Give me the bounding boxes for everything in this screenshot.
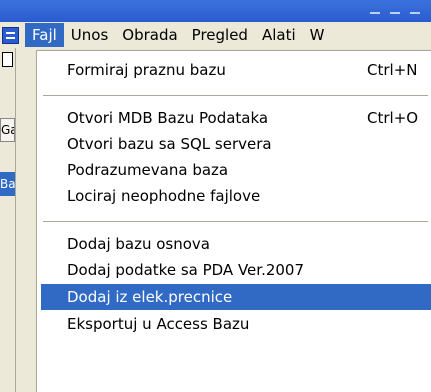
- menu-item-label: Dodaj bazu osnova: [67, 235, 210, 253]
- menu-obrada[interactable]: Obrada: [115, 23, 184, 47]
- menu-pregled[interactable]: Pregled: [185, 23, 255, 47]
- menu-bar: Fajl Unos Obrada Pregled Alati W: [0, 22, 431, 48]
- menu-item-label: Dodaj podatke sa PDA Ver.2007: [67, 261, 305, 279]
- app-icon[interactable]: [2, 26, 19, 44]
- menu-alati[interactable]: Alati: [255, 23, 303, 47]
- menu-item-label: Dodaj iz elek.precnice: [67, 288, 233, 306]
- menu-item-label: Otvori MDB Bazu Podataka: [67, 109, 269, 127]
- minimize-icon[interactable]: [370, 4, 380, 14]
- selected-tree-item[interactable]: Ba: [0, 172, 15, 196]
- menu-item-label: Formiraj praznu bazu: [67, 61, 226, 79]
- menu-separator: [43, 95, 428, 97]
- menu-unos[interactable]: Unos: [64, 23, 115, 47]
- side-tab[interactable]: Ga: [0, 118, 15, 142]
- menu-fajl[interactable]: Fajl: [25, 23, 64, 47]
- menu-item-lociraj-fajlove[interactable]: Lociraj neophodne fajlove: [41, 183, 431, 209]
- title-bar: [0, 0, 431, 22]
- maximize-icon[interactable]: [390, 4, 400, 14]
- menu-w[interactable]: W: [303, 23, 332, 47]
- menu-item-dodaj-pda[interactable]: Dodaj podatke sa PDA Ver.2007: [41, 257, 431, 283]
- menu-item-shortcut: Ctrl+N: [367, 61, 418, 79]
- menu-item-podrazumevana-baza[interactable]: Podrazumevana baza: [41, 157, 431, 183]
- menu-item-label: Lociraj neophodne fajlove: [67, 187, 261, 205]
- menu-item-dodaj-bazu-osnova[interactable]: Dodaj bazu osnova: [41, 231, 431, 257]
- close-icon[interactable]: [410, 4, 420, 14]
- app-window: Fajl Unos Obrada Pregled Alati W Ga Ba F…: [0, 0, 431, 392]
- menu-item-label: Podrazumevana baza: [67, 161, 229, 179]
- fajl-dropdown-menu: Formiraj praznu bazu Ctrl+N Otvori MDB B…: [36, 50, 431, 392]
- new-document-icon[interactable]: [2, 52, 13, 67]
- menu-item-otvori-sql[interactable]: Otvori bazu sa SQL servera: [41, 131, 431, 157]
- menu-item-shortcut: Ctrl+O: [367, 109, 419, 127]
- menu-item-label: Otvori bazu sa SQL servera: [67, 135, 272, 153]
- menu-item-otvori-mdb[interactable]: Otvori MDB Bazu Podataka Ctrl+O: [41, 105, 431, 131]
- menu-item-label: Eksportuj u Access Bazu: [67, 315, 250, 333]
- menu-separator: [43, 221, 428, 223]
- menu-item-eksportuj-access[interactable]: Eksportuj u Access Bazu: [41, 311, 431, 337]
- menu-item-formiraj-praznu-bazu[interactable]: Formiraj praznu bazu Ctrl+N: [41, 57, 431, 83]
- menu-item-dodaj-elek-precnice[interactable]: Dodaj iz elek.precnice: [41, 284, 431, 310]
- left-toolbar: Ga Ba: [0, 48, 16, 392]
